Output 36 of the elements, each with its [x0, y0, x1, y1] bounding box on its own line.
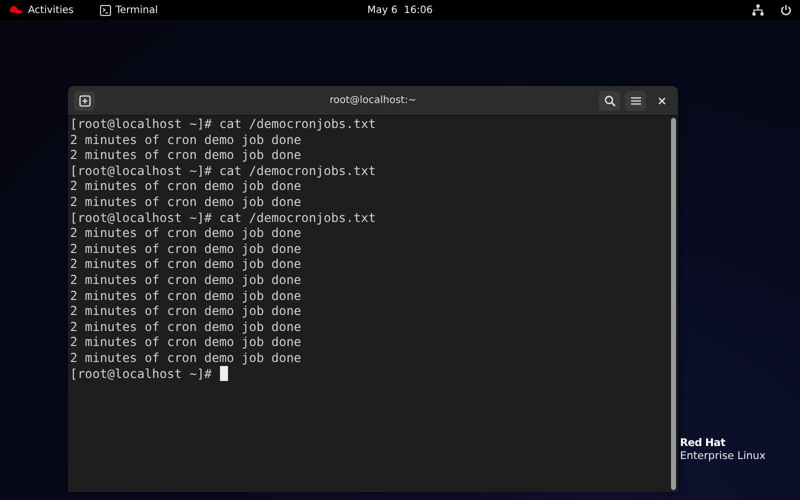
terminal-line: 2 minutes of cron demo job done [70, 132, 302, 148]
terminal-line: 2 minutes of cron demo job done [70, 334, 302, 350]
close-icon [658, 96, 666, 104]
power-icon[interactable] [780, 4, 792, 16]
app-menu-button[interactable]: Terminal [96, 1, 161, 19]
brand-subtitle: Enterprise Linux [680, 450, 766, 463]
text-cursor [220, 366, 228, 381]
terminal-line: 2 minutes of cron demo job done [70, 147, 302, 163]
plus-icon [78, 94, 90, 106]
prompt: [root@localhost ~]# [70, 366, 212, 382]
terminal-line: [root@localhost ~]# cat /democronjobs.txt [70, 210, 377, 226]
terminal-line: 2 minutes of cron demo job done [70, 288, 302, 304]
terminal-line: [root@localhost ~]# cat /democronjobs.txt [70, 116, 377, 132]
menu-button[interactable] [625, 90, 646, 110]
terminal-line: 2 minutes of cron demo job done [70, 178, 302, 194]
hat-icon [9, 5, 23, 15]
activities-button[interactable]: Activities [6, 1, 77, 19]
network-icon[interactable] [752, 4, 764, 16]
brand-name: Red Hat [680, 437, 726, 450]
terminal-icon [100, 4, 111, 16]
terminal-line: 2 minutes of cron demo job done [70, 194, 302, 210]
window-title: root@localhost:~ [330, 95, 416, 106]
clock-button[interactable]: May 6 16:06 [364, 1, 436, 19]
terminal-line: [root@localhost ~]# cat /democronjobs.txt [70, 162, 377, 178]
scrollbar[interactable] [671, 118, 676, 490]
menu-icon [630, 96, 640, 106]
terminal-line: 2 minutes of cron demo job done [70, 225, 302, 241]
search-button[interactable] [599, 90, 620, 110]
terminal-line: 2 minutes of cron demo job done [70, 303, 302, 319]
new-tab-button[interactable] [74, 90, 95, 110]
search-icon [604, 94, 616, 106]
terminal-line: 2 minutes of cron demo job done [70, 256, 302, 272]
terminal-line: 2 minutes of cron demo job done [70, 350, 302, 366]
terminal-line: 2 minutes of cron demo job done [70, 240, 302, 256]
terminal-line: 2 minutes of cron demo job done [70, 318, 302, 334]
terminal-line: 2 minutes of cron demo job done [70, 272, 302, 288]
